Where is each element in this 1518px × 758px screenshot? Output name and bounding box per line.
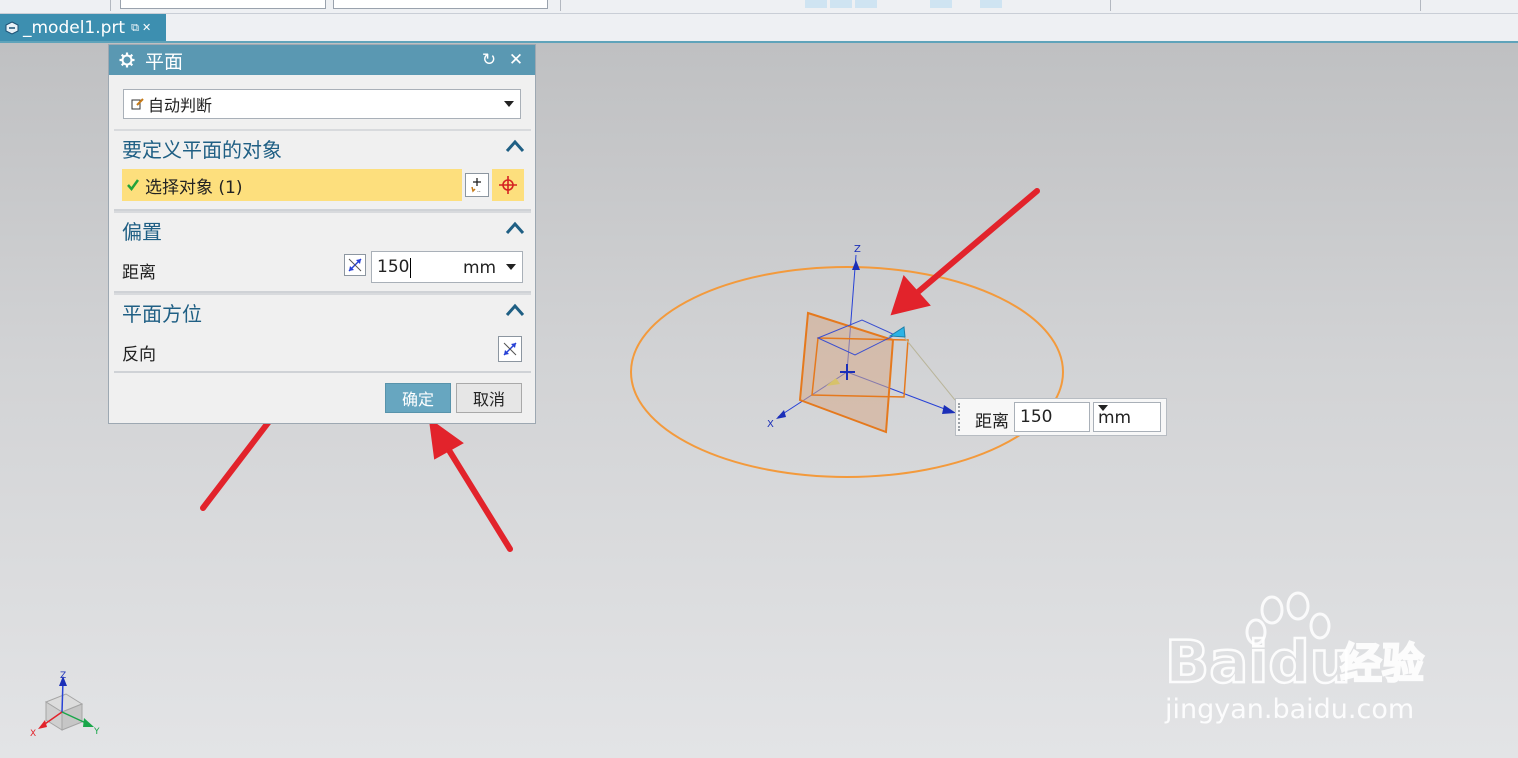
screen-distance-label: 距离 bbox=[975, 412, 1009, 432]
chevron-up-icon[interactable] bbox=[505, 221, 525, 235]
file-tab-bar: _model1.prt ⧉ ✕ bbox=[0, 14, 1518, 43]
reverse-direction-button[interactable] bbox=[498, 336, 522, 362]
screen-unit-value: mm bbox=[1098, 408, 1132, 428]
watermark-brand: Baidu bbox=[1165, 628, 1351, 696]
toolbar-separator bbox=[560, 0, 561, 11]
add-selection-icon: .. bbox=[471, 178, 481, 193]
annotation-arrow bbox=[428, 417, 513, 552]
dropdown-arrow-icon bbox=[1098, 405, 1108, 411]
toolbar-button[interactable] bbox=[830, 0, 852, 8]
drag-grip[interactable] bbox=[958, 403, 964, 431]
file-tab[interactable]: _model1.prt ⧉ ✕ bbox=[0, 14, 166, 41]
z-axis-arrowhead bbox=[852, 260, 860, 270]
watermark-url: jingyan.baidu.com bbox=[1164, 694, 1414, 725]
dropdown-arrow-icon[interactable] bbox=[506, 264, 516, 270]
toolbar-button[interactable] bbox=[930, 0, 952, 8]
objects-section: 要定义平面的对象 选择对象 (1) .. bbox=[114, 129, 531, 211]
toolbar-button[interactable] bbox=[855, 0, 877, 8]
screen-distance-input[interactable]: 150 bbox=[1014, 402, 1090, 432]
svg-text:..: .. bbox=[477, 187, 481, 193]
distance-value: 150 bbox=[377, 257, 410, 277]
toolbar-button[interactable] bbox=[805, 0, 827, 8]
screen-distance-value: 150 bbox=[1020, 407, 1053, 427]
offset-section: 偏置 距离 150 mm bbox=[114, 211, 531, 293]
reverse-offset-button[interactable] bbox=[344, 254, 366, 276]
orientation-section-header[interactable]: 平面方位 bbox=[122, 298, 202, 327]
reset-icon[interactable]: ↻ bbox=[479, 50, 499, 70]
gear-icon bbox=[119, 52, 135, 68]
file-tab-label: _model1.prt bbox=[23, 17, 126, 38]
offset-section-header[interactable]: 偏置 bbox=[122, 216, 162, 245]
screen-unit-select[interactable]: mm bbox=[1093, 402, 1161, 432]
plane-dialog: 平面 ↻ ✕ 自动判断 要定义平面的对象 选择对象 (1) .. 偏置 距离 1… bbox=[108, 44, 536, 424]
y-axis-arrowhead bbox=[942, 405, 956, 414]
chevron-up-icon[interactable] bbox=[505, 139, 525, 153]
view-triad[interactable] bbox=[38, 676, 94, 731]
part-file-icon bbox=[5, 20, 19, 35]
restore-window-icon[interactable]: ⧉ bbox=[131, 21, 139, 35]
distance-leader-line bbox=[903, 336, 956, 401]
select-object-label: 选择对象 (1) bbox=[145, 177, 243, 198]
toolbar-separator bbox=[110, 0, 111, 11]
inferred-type-icon bbox=[131, 98, 144, 110]
plane-type-value: 自动判断 bbox=[148, 96, 213, 115]
toolbar-separator bbox=[1420, 0, 1421, 11]
ok-button[interactable]: 确定 bbox=[385, 383, 451, 413]
baidu-jingyan-watermark: Baidu 经验 jingyan.baidu.com bbox=[1164, 591, 1425, 725]
distance-unit[interactable]: mm bbox=[463, 258, 496, 278]
offset-drag-handle[interactable] bbox=[888, 326, 906, 338]
scope-filter-field[interactable] bbox=[333, 0, 548, 9]
triad-y-label: Y bbox=[93, 727, 100, 737]
text-caret bbox=[410, 258, 411, 278]
triad-z-label: Z bbox=[60, 671, 66, 681]
screen-distance-widget: 距离 150 mm bbox=[955, 398, 1167, 436]
crosshair-icon bbox=[499, 176, 517, 194]
type-filter-field[interactable] bbox=[120, 0, 326, 9]
cancel-button[interactable]: 取消 bbox=[456, 383, 522, 413]
chevron-up-icon[interactable] bbox=[505, 303, 525, 317]
watermark-cn: 经验 bbox=[1340, 639, 1424, 688]
toolbar-button[interactable] bbox=[980, 0, 1002, 8]
triad-x-label: X bbox=[30, 729, 36, 739]
dropdown-arrow-icon bbox=[504, 101, 514, 107]
dialog-title: 平面 bbox=[145, 50, 184, 73]
reverse-direction-icon bbox=[503, 342, 517, 356]
toolbar-separator bbox=[1110, 0, 1111, 11]
plane-type-select[interactable]: 自动判断 bbox=[123, 89, 521, 119]
reverse-direction-icon bbox=[348, 258, 362, 272]
check-icon bbox=[127, 179, 140, 192]
reverse-label: 反向 bbox=[122, 345, 156, 365]
close-icon[interactable]: ✕ bbox=[506, 50, 526, 70]
annotation-arrow bbox=[890, 188, 1040, 316]
distance-label: 距离 bbox=[122, 263, 156, 283]
x-axis-arrowhead bbox=[776, 410, 786, 419]
select-object-row[interactable]: 选择对象 (1) bbox=[122, 169, 462, 201]
x-axis-label: X bbox=[767, 419, 774, 430]
add-selection-button[interactable]: .. bbox=[465, 173, 489, 197]
orientation-section: 平面方位 反向 bbox=[114, 293, 531, 373]
top-toolbar bbox=[0, 0, 1518, 14]
z-axis-label: Z bbox=[854, 244, 861, 255]
distance-input[interactable]: 150 mm bbox=[371, 251, 523, 283]
close-tab-icon[interactable]: ✕ bbox=[142, 21, 151, 34]
dialog-title-bar[interactable]: 平面 ↻ ✕ bbox=[109, 45, 535, 75]
objects-section-header[interactable]: 要定义平面的对象 bbox=[122, 134, 282, 163]
point-dialog-button[interactable] bbox=[492, 169, 524, 201]
